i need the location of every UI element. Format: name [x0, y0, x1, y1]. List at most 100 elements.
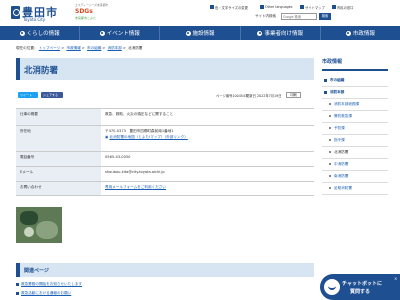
- chevron-right-icon: [329, 175, 331, 177]
- chevron-right-icon: [329, 163, 331, 165]
- briefcase-icon: [257, 30, 263, 36]
- header-link-label: 色・文字サイズの変更: [215, 5, 248, 10]
- related-link-label: 救急業務の開始をお知らせいたします: [21, 282, 83, 286]
- header-link-text-size[interactable]: 色・文字サイズの変更: [210, 4, 248, 10]
- chevron-right-icon: [329, 139, 331, 141]
- share-row: ツイート シェアする ページ番号1004543 更新日 2022年7月19日 印…: [16, 92, 314, 99]
- building-icon: [185, 30, 191, 36]
- sidebar-item-general-affairs[interactable]: 消防本部総務課: [322, 99, 388, 111]
- chevron-right-icon: [324, 79, 327, 82]
- header-link-languages[interactable]: Other languages: [260, 4, 292, 10]
- sidebar-item-label: 消防本部総務課: [334, 102, 360, 106]
- breadcrumb-link[interactable]: 市の組織: [87, 46, 101, 50]
- nav-item-living[interactable]: くらしの情報: [0, 26, 81, 40]
- sidebar-item-prevention[interactable]: 予防課: [322, 123, 388, 135]
- breadcrumb-separator: >: [122, 46, 126, 50]
- breadcrumb-link[interactable]: 消防本部: [107, 46, 121, 50]
- photo-shape: [24, 227, 34, 237]
- page-title: 北消防署: [24, 66, 59, 76]
- sdgs-top-label: エスディージーズ未来都市: [75, 3, 109, 7]
- breadcrumb-link[interactable]: トップページ: [39, 46, 61, 50]
- breadcrumb: 現在の位置： トップページ> 市政情報> 市の組織> 消防本部> 北消防署: [16, 46, 142, 51]
- sidebar-item-label: 指令課: [334, 138, 345, 142]
- related-link-label: 救急活動における通報のお願い: [21, 291, 72, 295]
- breadcrumb-separator: >: [61, 46, 65, 50]
- sitemap-icon: [300, 5, 304, 9]
- breadcrumb-prefix: 現在の位置：: [16, 46, 38, 50]
- row-value: 0565-43-0050: [105, 155, 131, 159]
- row-label: 所在地: [16, 126, 101, 151]
- map-link[interactable]: 北消防署の地図（とよたiマップ）（外部リンク）: [110, 135, 188, 139]
- bullet-icon: [16, 292, 19, 295]
- city-logo-icon[interactable]: [11, 6, 20, 19]
- window-icon: [332, 5, 336, 9]
- table-row: お問い合わせ 専用メールフォームをご利用ください: [16, 181, 314, 196]
- chevron-right-icon: [329, 103, 331, 105]
- header-link-label: サイトマップ: [305, 5, 325, 10]
- related-link[interactable]: 救急業務の開始をお知らせいたします: [16, 282, 82, 287]
- page-title-bar: 北消防署: [16, 58, 314, 80]
- row-value: 〒470-0373 豊田市四郷町森前南1番地1 ▣ 北消防署の地図（とよたiマッ…: [105, 126, 314, 151]
- table-row: 仕事の概要 救急、救助、火災の鎮圧などに関すること: [16, 108, 314, 125]
- header-link-label: 市民の窓口: [337, 5, 354, 10]
- chatbot-button[interactable]: チャットボットに 質問する ×: [320, 274, 400, 300]
- header-link-sitemap[interactable]: サイトマップ: [300, 4, 325, 10]
- row-value: shoubou-kita@city.toyota.aichi.jp: [105, 170, 165, 174]
- facebook-share-button[interactable]: シェアする: [41, 92, 63, 98]
- sidebar-item-organization[interactable]: 市の組織: [322, 75, 388, 87]
- city-hall-icon: [345, 30, 351, 36]
- nav-item-business[interactable]: 事業者向け情報: [241, 26, 321, 40]
- home-icon: [19, 30, 25, 36]
- row-value: 救急、救助、火災の鎮圧などに関すること: [105, 112, 174, 116]
- sidebar-item-label: 北消防署: [334, 150, 349, 154]
- chevron-right-icon: [329, 127, 331, 129]
- table-row: Eメール shoubou-kita@city.toyota.aichi.jp: [16, 166, 314, 181]
- sidebar-title[interactable]: 市政情報: [322, 58, 388, 71]
- photo-shape: [20, 211, 38, 225]
- site-header: 豊田市 Toyota City エスディージーズ未来都市 SDGs 未来都市とよ…: [0, 0, 400, 26]
- row-label: お問い合わせ: [16, 182, 101, 195]
- sidebar-item-rescue[interactable]: 警防救急課: [322, 111, 388, 123]
- global-nav: くらしの情報 イベント情報 施設情報 事業者向け情報 市政情報: [0, 26, 400, 40]
- sidebar-item-label: 消防本部: [330, 90, 345, 94]
- search-button[interactable]: 検索: [319, 13, 331, 20]
- sidebar-item-south-station[interactable]: 南消防署: [322, 171, 388, 183]
- twitter-share-button[interactable]: ツイート: [18, 92, 38, 98]
- sidebar-item-asuke-station[interactable]: 足助消防署: [322, 183, 388, 195]
- sdgs-logo[interactable]: エスディージーズ未来都市 SDGs 未来都市とよた: [75, 3, 111, 22]
- nav-item-city-admin[interactable]: 市政情報: [321, 26, 400, 40]
- header-link-label: Other languages: [265, 5, 293, 9]
- breadcrumb-link[interactable]: 市政情報: [66, 46, 80, 50]
- sidebar-item-fire-hq[interactable]: 消防本部: [322, 87, 388, 99]
- nav-item-facilities[interactable]: 施設情報: [160, 26, 241, 40]
- header-link-contact[interactable]: 市民の窓口: [332, 4, 353, 10]
- print-button[interactable]: 印刷: [286, 92, 301, 98]
- sidebar-item-central-station[interactable]: 中消防署: [322, 159, 388, 171]
- sdgs-bottom-label: 未来都市とよた: [75, 16, 97, 20]
- row-label: Eメール: [16, 167, 101, 181]
- search-input[interactable]: [281, 13, 317, 20]
- address-text: 〒470-0373 豊田市四郷町森前南1番地1: [105, 129, 174, 133]
- close-icon[interactable]: ×: [394, 276, 397, 281]
- contact-form-link[interactable]: 専用メールフォームをご利用ください: [105, 185, 166, 189]
- nav-item-events[interactable]: イベント情報: [80, 26, 161, 40]
- sidebar-item-command[interactable]: 指令課: [322, 135, 388, 147]
- nav-item-label: 事業者向け情報: [264, 31, 303, 37]
- sidebar-group: 市の組織 消防本部 消防本部総務課 警防救急課 予防課 指令課 北消防署 中消防…: [322, 75, 388, 195]
- chatbot-label-line1: チャットボットに: [342, 281, 382, 287]
- sidebar: 市政情報 市の組織 消防本部 消防本部総務課 警防救急課 予防課 指令課 北消防…: [322, 58, 388, 195]
- text-size-icon: [210, 5, 214, 9]
- related-section-title: 関連ページ: [24, 268, 49, 274]
- chevron-right-icon: [329, 151, 331, 153]
- related-link[interactable]: 救急活動における通報のお願い: [16, 291, 71, 296]
- sdgs-mark: SDGs: [75, 8, 93, 15]
- sidebar-item-north-station[interactable]: 北消防署: [322, 147, 388, 159]
- nav-item-label: イベント情報: [106, 31, 140, 37]
- station-photo: [16, 207, 62, 243]
- photo-shape: [36, 221, 58, 239]
- search-label: サイト内検索: [255, 14, 276, 18]
- map-link-wrap: ▣ 北消防署の地図（とよたiマップ）（外部リンク）: [105, 135, 314, 140]
- nav-item-label: くらしの情報: [26, 31, 60, 37]
- row-label: 仕事の概要: [16, 109, 101, 125]
- chatbot-icon: [324, 279, 340, 295]
